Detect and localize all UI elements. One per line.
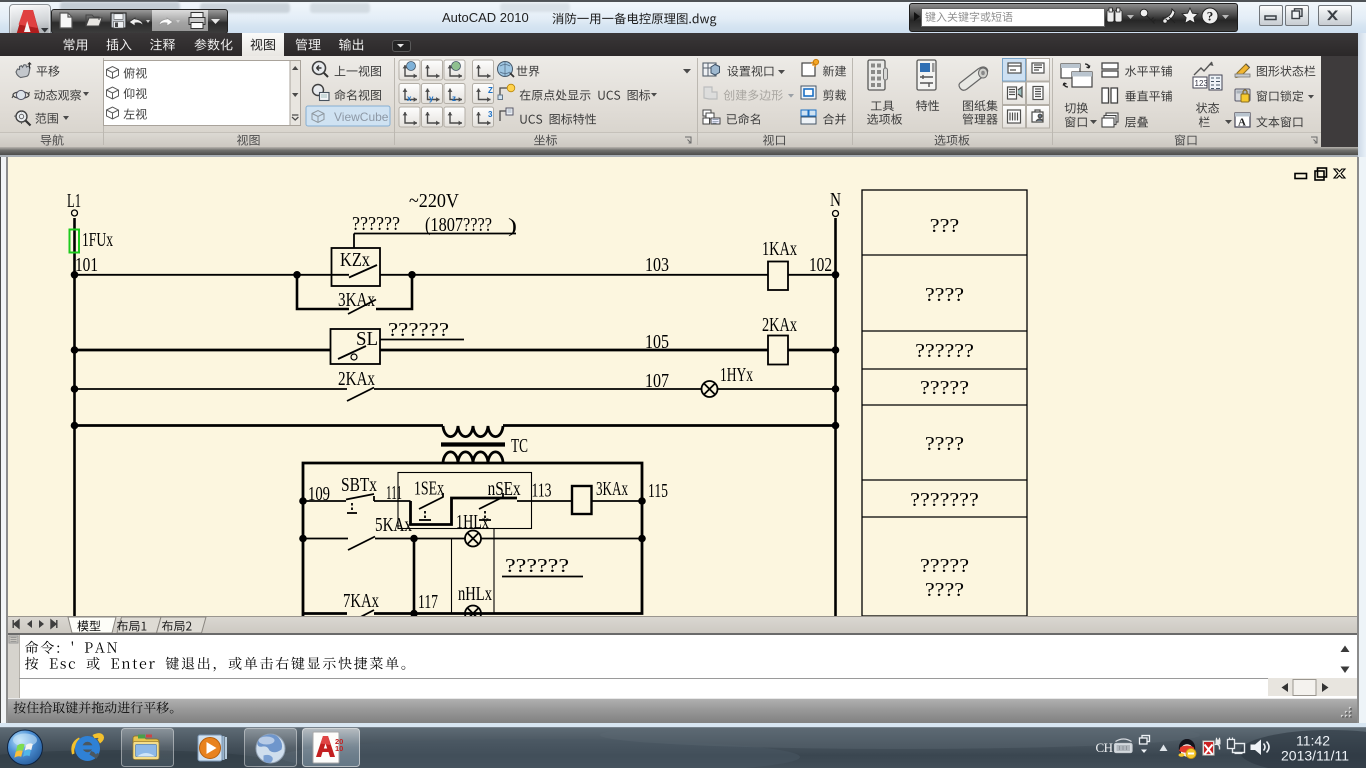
svg-text:~220V: ~220V <box>409 190 460 212</box>
svg-text:107: 107 <box>645 370 669 392</box>
svg-text:L1: L1 <box>67 190 81 212</box>
svg-text:2013/11/11: 2013/11/11 <box>1281 748 1349 764</box>
svg-text:z: z <box>452 94 456 103</box>
svg-text:1KAx: 1KAx <box>762 238 797 260</box>
svg-text:????: ???? <box>925 433 964 455</box>
svg-text:??????: ?????? <box>915 340 974 362</box>
svg-text:A: A <box>1238 117 1246 129</box>
svg-text:102: 102 <box>809 254 832 276</box>
svg-text:101: 101 <box>75 254 98 276</box>
svg-text:115: 115 <box>648 480 668 502</box>
svg-text:3: 3 <box>488 110 493 119</box>
svg-text:1HYx: 1HYx <box>720 364 753 386</box>
svg-text:x: x <box>407 94 412 103</box>
svg-text:123: 123 <box>1195 79 1209 88</box>
svg-text:?????: ????? <box>920 555 969 577</box>
svg-text:1FUx: 1FUx <box>82 229 113 251</box>
svg-text:???: ??? <box>930 215 960 237</box>
svg-text:SBTx: SBTx <box>341 474 377 496</box>
svg-text:????: ???? <box>925 284 964 306</box>
svg-text:??????: ?????? <box>505 555 569 577</box>
svg-text:105: 105 <box>645 331 669 353</box>
svg-text:109: 109 <box>308 483 330 505</box>
svg-text:Z: Z <box>488 86 493 95</box>
svg-text:????: ???? <box>925 579 964 601</box>
svg-text:3KAx: 3KAx <box>338 289 375 311</box>
svg-text:11:42: 11:42 <box>1296 733 1330 749</box>
svg-text:?????: ????? <box>920 377 969 399</box>
svg-text:y: y <box>429 94 434 103</box>
svg-text:117: 117 <box>418 591 438 613</box>
svg-text:ViewCube: ViewCube <box>334 110 389 124</box>
svg-text:2KAx: 2KAx <box>762 314 797 336</box>
svg-text:10: 10 <box>335 744 343 753</box>
svg-text:CH: CH <box>1096 740 1113 755</box>
svg-text:7KAx: 7KAx <box>343 590 379 612</box>
svg-text:N: N <box>830 189 841 211</box>
svg-text:111: 111 <box>386 482 402 504</box>
svg-text:3KAx: 3KAx <box>596 478 628 500</box>
svg-text:113: 113 <box>532 480 552 502</box>
svg-text:103: 103 <box>645 254 669 276</box>
svg-text:KZx: KZx <box>340 249 370 271</box>
svg-text:?: ? <box>1207 9 1214 24</box>
svg-text:nHLx: nHLx <box>458 583 492 605</box>
svg-text:TC: TC <box>511 435 528 457</box>
svg-text:???????: ??????? <box>910 489 979 511</box>
svg-text:2KAx: 2KAx <box>338 368 375 390</box>
svg-text:SL: SL <box>356 328 378 350</box>
svg-text:??????: ?????? <box>352 213 400 235</box>
svg-text:1HLx: 1HLx <box>456 511 489 533</box>
svg-text:??????: ?????? <box>388 319 449 341</box>
svg-text:1SEx: 1SEx <box>414 478 444 500</box>
svg-text:5KAx: 5KAx <box>375 514 412 536</box>
